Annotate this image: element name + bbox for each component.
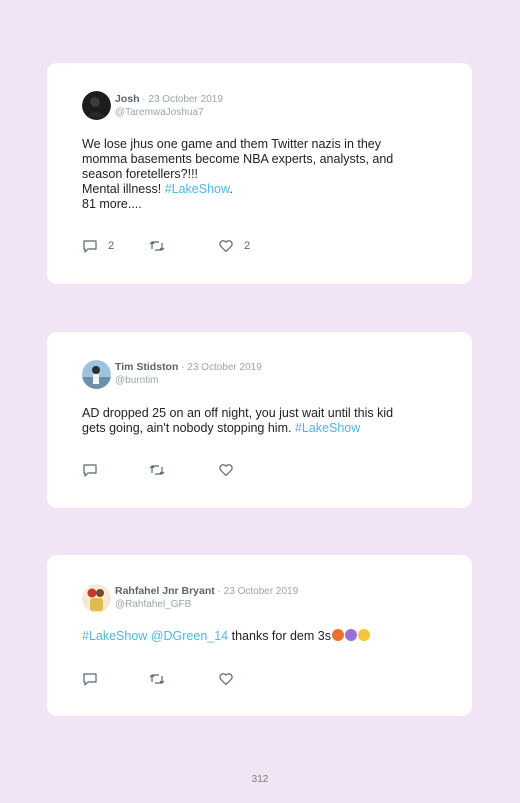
hashtag-link[interactable]: #LakeShow xyxy=(165,182,230,196)
retweet-button[interactable] xyxy=(149,672,165,686)
text-segment: Mental illness! xyxy=(82,182,165,196)
retweet-icon xyxy=(149,674,165,684)
author-name[interactable]: Josh xyxy=(115,93,140,105)
tweet-text-line: 81 more.... xyxy=(82,197,142,211)
reply-button[interactable]: 2 xyxy=(82,239,114,253)
tweet-text-line: momma basements become NBA experts, anal… xyxy=(82,152,394,166)
tweet-card: Rahfahel Jnr Bryant · 23 October 2019 @R… xyxy=(47,555,472,716)
purple-heart-icon xyxy=(344,629,357,641)
avatar[interactable] xyxy=(82,360,111,389)
like-button[interactable]: 2 xyxy=(218,239,250,253)
tweet-header: Rahfahel Jnr Bryant · 23 October 2019 @R… xyxy=(115,585,298,611)
retweet-icon xyxy=(149,465,165,475)
avatar[interactable] xyxy=(82,584,111,613)
heart-icon xyxy=(219,240,233,253)
tweet-text: #LakeShow @DGreen_14 thanks for dem 3s xyxy=(82,629,432,644)
author-name[interactable]: Tim Stidston xyxy=(115,361,178,373)
retweet-button[interactable] xyxy=(149,463,165,477)
tweet-text: We lose jhus one game and them Twitter n… xyxy=(82,137,432,212)
text-segment: . xyxy=(229,182,233,196)
hashtag-link[interactable]: #LakeShow xyxy=(82,629,147,643)
text-segment: thanks for dem 3s xyxy=(228,629,331,643)
page-number: 312 xyxy=(251,774,269,785)
author-handle[interactable]: @Rahfahel_GFB xyxy=(115,599,298,611)
tweet-header: Josh · 23 October 2019 @TaremwaJoshua7 xyxy=(115,93,223,119)
tweet-text-line: AD dropped 25 on an off night, you just … xyxy=(82,406,394,420)
avatar[interactable] xyxy=(82,91,111,120)
hashtag-link[interactable]: #LakeShow xyxy=(295,421,360,435)
like-count: 2 xyxy=(244,240,251,252)
mention-link[interactable]: @DGreen_14 xyxy=(151,629,228,643)
reply-icon xyxy=(83,673,97,686)
tweet-text-line: Mental illness! #LakeShow. xyxy=(82,182,432,197)
tweet-text: AD dropped 25 on an off night, you just … xyxy=(82,406,432,436)
basketball-icon xyxy=(331,629,344,641)
reply-count: 2 xyxy=(108,240,115,252)
author-name[interactable]: Rahfahel Jnr Bryant xyxy=(115,585,215,597)
tweet-date[interactable]: 23 October 2019 xyxy=(187,362,262,373)
tweet-date[interactable]: 23 October 2019 xyxy=(148,94,223,105)
heart-icon xyxy=(219,464,233,477)
separator: · xyxy=(178,362,188,373)
separator: · xyxy=(214,586,224,597)
text-segment: gets going, ain't nobody stopping him. xyxy=(82,421,295,435)
tweet-text-line: gets going, ain't nobody stopping him. #… xyxy=(82,421,432,436)
retweet-button[interactable] xyxy=(149,239,165,253)
reply-button[interactable] xyxy=(82,463,98,477)
heart-icon xyxy=(219,673,233,686)
reply-icon xyxy=(83,464,97,477)
like-button[interactable] xyxy=(218,672,234,686)
tweet-text-line: We lose jhus one game and them Twitter n… xyxy=(82,137,382,151)
reply-icon xyxy=(83,240,97,253)
tweet-card: Tim Stidston · 23 October 2019 @burntim … xyxy=(47,332,472,508)
tweet-text-line: #LakeShow @DGreen_14 thanks for dem 3s xyxy=(82,629,432,644)
tweet-card: Josh · 23 October 2019 @TaremwaJoshua7 W… xyxy=(47,63,472,284)
like-button[interactable] xyxy=(218,463,234,477)
author-handle[interactable]: @TaremwaJoshua7 xyxy=(115,107,223,119)
reply-button[interactable] xyxy=(82,672,98,686)
tweet-date[interactable]: 23 October 2019 xyxy=(224,586,299,597)
yellow-heart-icon xyxy=(357,629,370,641)
tweet-header: Tim Stidston · 23 October 2019 @burntim xyxy=(115,361,262,387)
retweet-icon xyxy=(149,241,165,251)
author-handle[interactable]: @burntim xyxy=(115,375,262,387)
tweet-text-line: season foretellers?!!! xyxy=(82,167,199,181)
